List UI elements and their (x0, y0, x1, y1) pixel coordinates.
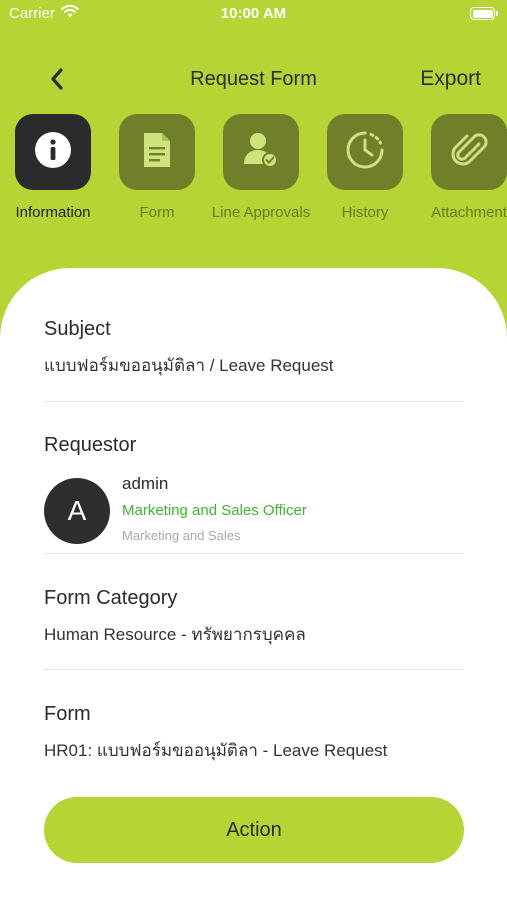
document-icon (142, 131, 172, 174)
requestor-row[interactable]: A admin Marketing and Sales Officer Mark… (44, 474, 464, 548)
divider (44, 669, 464, 670)
tab-label: Line Approvals (211, 204, 311, 221)
action-button[interactable]: Action (44, 797, 464, 863)
tab-history[interactable]: History (313, 114, 417, 225)
requestor-name: admin (122, 474, 169, 493)
requestor-department: Marketing and Sales (122, 528, 241, 543)
requestor-position: Marketing and Sales Officer (122, 502, 307, 519)
status-bar: Carrier 10:00 AM (0, 0, 507, 28)
export-button[interactable]: Export (420, 67, 481, 91)
divider (44, 401, 464, 402)
form-value: HR01: แบบฟอร์มขออนุมัติลา - Leave Reques… (44, 741, 388, 760)
tab-information[interactable]: Information (1, 114, 105, 225)
tab-attachment[interactable]: Attachment (417, 114, 507, 225)
tab-bar: Information Form Line Approvals History … (0, 114, 507, 254)
paperclip-icon (449, 130, 489, 175)
user-check-icon (241, 130, 281, 175)
requestor-section: Requestor (44, 434, 464, 457)
tab-label: Attachment (431, 204, 507, 221)
tab-label: History (341, 204, 389, 221)
tab-form[interactable]: Form (105, 114, 209, 225)
requestor-label: Requestor (44, 434, 137, 456)
divider (44, 553, 464, 554)
tab-label: Information (15, 204, 91, 221)
battery-icon (470, 7, 498, 20)
status-time: 10:00 AM (220, 5, 287, 22)
category-section: Form Category Human Resource - ทรัพยากรบ… (44, 587, 464, 648)
tab-label: Form (139, 204, 175, 221)
information-card: Subject แบบฟอร์มขออนุมัติลา / Leave Requ… (0, 268, 507, 900)
tab-line-approvals[interactable]: Line Approvals (209, 114, 313, 225)
form-section: Form HR01: แบบฟอร์มขออนุมัติลา - Leave R… (44, 703, 464, 764)
subject-label: Subject (44, 318, 111, 340)
subject-section: Subject แบบฟอร์มขออนุมัติลา / Leave Requ… (44, 318, 464, 379)
nav-header: Request Form Export (0, 58, 507, 102)
history-icon (344, 129, 386, 176)
avatar: A (44, 478, 110, 544)
info-icon (34, 131, 72, 174)
form-category-value: Human Resource - ทรัพยากรบุคคล (44, 625, 306, 644)
form-category-label: Form Category (44, 587, 178, 609)
form-label: Form (44, 703, 91, 725)
subject-value: แบบฟอร์มขออนุมัติลา / Leave Request (44, 356, 334, 375)
